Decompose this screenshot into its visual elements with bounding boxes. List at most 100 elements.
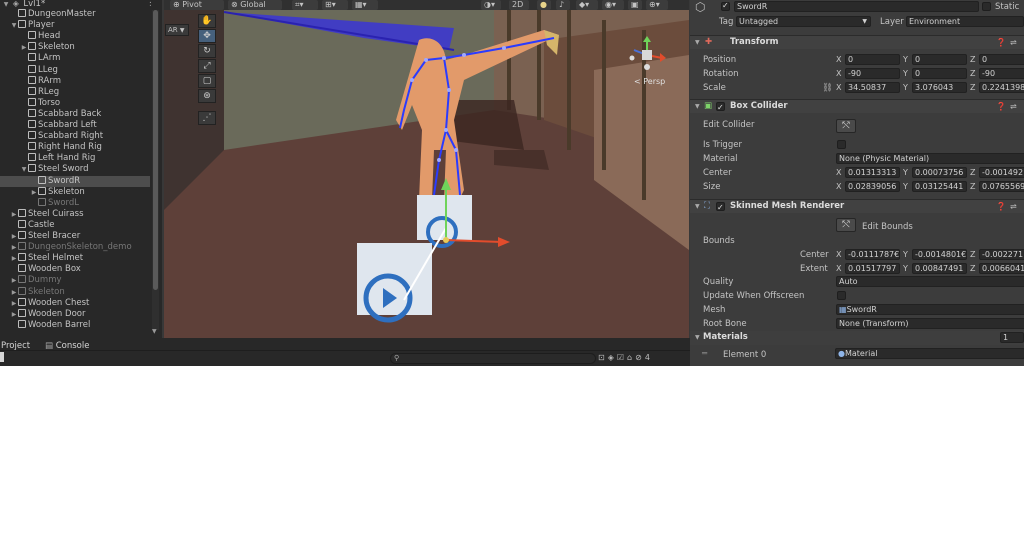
scene-view[interactable]: ⊕ Pivot ⊗ Global ⌗▾ ⊞▾ ▦▾ ◑▾ 2D ● ♪ ◆▾ ◉… <box>164 0 689 338</box>
move-tool-icon[interactable]: ✥ <box>198 29 216 43</box>
fold-arrow-icon[interactable]: ▼ <box>695 200 700 213</box>
persp-label[interactable]: < Persp <box>634 77 665 86</box>
expand-arrow-icon[interactable]: ▶ <box>20 42 28 53</box>
edit-collider-button[interactable]: ⤲ <box>836 119 856 133</box>
hierarchy-item[interactable]: ▶ Wooden Chest <box>0 297 89 309</box>
expand-arrow-icon[interactable]: ▶ <box>10 275 18 286</box>
grid-snap-button[interactable]: ⌗▾ <box>292 0 318 10</box>
hierarchy-item[interactable]: DungeonMaster <box>0 9 96 20</box>
root-bone-field[interactable]: None (Transform) <box>836 318 1024 329</box>
effects-toggle-icon[interactable]: ◆▾ <box>576 0 598 10</box>
bounds-center-z-field[interactable]: -0.002271 <box>979 249 1024 260</box>
expand-arrow-icon[interactable]: ▶ <box>10 231 18 242</box>
lighting-toggle-icon[interactable]: ● <box>537 0 551 10</box>
transform-header[interactable]: ▼ ✚ Transform ❓⇌⋮ <box>690 35 1024 49</box>
hierarchy-item[interactable]: Scabbard Back <box>0 108 101 120</box>
quality-dropdown[interactable]: Auto <box>836 276 1024 287</box>
hierarchy-item[interactable]: ▶ Steel Cuirass <box>0 208 84 220</box>
hierarchy-item[interactable]: RArm <box>0 75 61 87</box>
transform-tool-icon[interactable]: ⊛ <box>198 89 216 103</box>
position-z-field[interactable]: 0 <box>979 54 1024 65</box>
fold-arrow-icon[interactable]: ▼ <box>695 331 700 344</box>
rotation-y-field[interactable]: 0 <box>912 68 967 79</box>
header-icons[interactable]: ❓⇌⋮ <box>996 200 1024 213</box>
materials-foldout[interactable]: ▼ Materials 1 <box>690 331 1024 345</box>
filter-icon[interactable]: ⊡ <box>598 353 608 362</box>
edit-bounds-button[interactable]: ⤲ <box>836 218 856 232</box>
object-name-field[interactable]: SwordR <box>734 1 979 12</box>
position-y-field[interactable]: 0 <box>912 54 967 65</box>
rotation-z-field[interactable]: -90 <box>979 68 1024 79</box>
hierarchy-item[interactable]: Right Hand Rig <box>0 142 102 153</box>
drag-handle-icon[interactable]: ═ <box>702 349 707 359</box>
pivot-toggle[interactable]: ⊕ Pivot <box>170 0 224 10</box>
expand-arrow-icon[interactable]: ▶ <box>10 253 18 264</box>
hierarchy-item[interactable]: ▶ Steel Bracer <box>0 231 80 242</box>
collider-center-x-field[interactable]: 0.01313313 <box>845 167 900 178</box>
expand-arrow-icon[interactable]: ▶ <box>10 298 18 309</box>
hand-tool-icon[interactable]: ✋ <box>198 14 216 28</box>
header-icons[interactable]: ❓⇌⋮ <box>996 36 1024 49</box>
hierarchy-item[interactable]: LLeg <box>0 64 58 76</box>
orientation-gizmo[interactable] <box>626 36 668 74</box>
scale-tool-icon[interactable]: ⤢ <box>198 59 216 73</box>
hierarchy-item[interactable]: Castle <box>0 219 55 231</box>
hierarchy-item[interactable]: ▶ DungeonSkeleton_demo <box>0 242 132 253</box>
physic-material-field[interactable]: None (Physic Material) <box>836 153 1024 164</box>
hierarchy-item[interactable]: ▶ Dummy <box>0 275 62 286</box>
scroll-down-icon[interactable]: ▼ <box>152 328 157 335</box>
snap-increment-button[interactable]: ⊞▾ <box>322 0 348 10</box>
rotate-tool-icon[interactable]: ↻ <box>198 44 216 58</box>
collapse-arrow-icon[interactable]: ▼ <box>10 20 18 31</box>
collider-center-y-field[interactable]: 0.00073756 <box>912 167 967 178</box>
hierarchy-scrollbar[interactable] <box>152 10 159 330</box>
layer-dropdown[interactable]: Environment <box>906 16 1024 27</box>
hierarchy-item[interactable]: ▶ Steel Helmet <box>0 253 83 264</box>
gizmos-toggle-icon[interactable]: ⊕▾ <box>646 0 668 10</box>
global-toggle[interactable]: ⊗ Global <box>228 0 282 10</box>
expand-arrow-icon[interactable]: ▶ <box>30 187 38 198</box>
hierarchy-item[interactable]: Left Hand Rig <box>0 153 95 164</box>
tag-dropdown[interactable]: Untagged ▼ <box>736 16 871 27</box>
material-element0-field[interactable]: ●Material <box>835 348 1024 359</box>
hierarchy-item[interactable]: SwordR <box>0 175 150 187</box>
expand-arrow-icon[interactable]: ▶ <box>10 209 18 220</box>
scrollbar-thumb[interactable] <box>153 10 158 290</box>
hierarchy-item[interactable]: Scabbard Left <box>0 120 97 131</box>
scale-y-field[interactable]: 3.076043 <box>912 82 967 93</box>
hierarchy-item[interactable]: Torso <box>0 97 60 109</box>
collider-size-y-field[interactable]: 0.03125441 <box>912 181 967 192</box>
hierarchy-item[interactable]: Wooden Box <box>0 264 81 275</box>
hierarchy-item[interactable]: ▶ Skeleton <box>0 186 85 198</box>
box-collider-header[interactable]: ▼ ▣ Box Collider ❓⇌⋮ <box>690 99 1024 114</box>
hidden-objects-icon[interactable]: ◉▾ <box>602 0 624 10</box>
hierarchy-item[interactable]: Scabbard Right <box>0 131 103 142</box>
bounds-extent-z-field[interactable]: 0.0066041 <box>979 263 1024 274</box>
collapse-arrow-icon[interactable]: ▼ <box>20 164 28 175</box>
hierarchy-item[interactable]: RLeg <box>0 86 59 98</box>
ar-dropdown[interactable]: AR ▼ <box>165 24 189 36</box>
bounds-extent-y-field[interactable]: 0.00847491 <box>912 263 967 274</box>
fold-arrow-icon[interactable]: ▼ <box>695 36 700 49</box>
scene-menu-icon[interactable]: ⋮ <box>146 0 155 9</box>
rect-tool-icon[interactable]: ▢ <box>198 74 216 88</box>
scale-x-field[interactable]: 34.50837 <box>845 82 900 93</box>
collider-size-z-field[interactable]: 0.0765569 <box>979 181 1024 192</box>
hierarchy-item[interactable]: ▶ Skeleton <box>0 42 75 53</box>
collider-size-x-field[interactable]: 0.02839056 <box>845 181 900 192</box>
bounds-center-x-field[interactable]: -0.0111787€ <box>845 249 900 260</box>
expand-arrow-icon[interactable]: ▶ <box>10 287 18 298</box>
header-icons[interactable]: ❓⇌⋮ <box>996 100 1024 113</box>
mode-2d-button[interactable]: 2D <box>509 0 529 10</box>
mesh-field[interactable]: ▦SwordR <box>836 304 1024 315</box>
hierarchy-item[interactable]: Head <box>0 31 60 42</box>
grid-visibility-button[interactable]: ▦▾ <box>352 0 378 10</box>
scene-render[interactable] <box>164 0 689 338</box>
hierarchy-item[interactable]: ▼ Steel Sword <box>0 164 89 175</box>
hierarchy-item[interactable]: LArm <box>0 53 60 64</box>
hierarchy-item[interactable]: Wooden Barrel <box>0 319 90 331</box>
hierarchy-item[interactable]: ▶ Skeleton <box>0 286 65 298</box>
star-icon[interactable]: ☑ <box>617 353 627 362</box>
rotation-x-field[interactable]: -90 <box>845 68 900 79</box>
scale-z-field[interactable]: 0.2241398 <box>979 82 1024 93</box>
